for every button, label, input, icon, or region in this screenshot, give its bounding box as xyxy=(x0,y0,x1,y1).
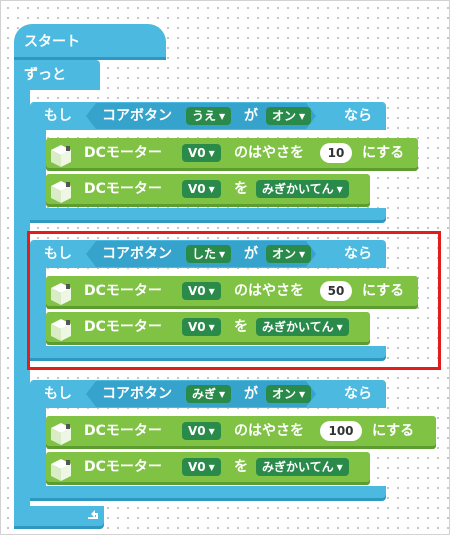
dropdown-arrow-icon: ▼ xyxy=(299,112,306,121)
direction-option: みぎかいてん xyxy=(262,182,334,196)
dropdown-arrow-icon: ▼ xyxy=(208,185,215,194)
dropdown-arrow-icon: ▼ xyxy=(208,463,215,472)
state-dropdown[interactable]: オン ▼ xyxy=(266,107,312,125)
button-option: みぎ xyxy=(192,387,217,401)
dropdown-arrow-icon: ▼ xyxy=(219,112,226,121)
motor-speed-block[interactable]: DCモーター V0 ▼ のはやさを 10 にする xyxy=(46,138,418,168)
dropdown-arrow-icon: ▼ xyxy=(219,390,226,399)
state-dropdown[interactable]: オン ▼ xyxy=(266,385,312,403)
forever-label: ずっと xyxy=(24,67,66,83)
if-bottom xyxy=(30,486,386,498)
if-label: もし xyxy=(44,108,72,124)
dropdown-arrow-icon: ▼ xyxy=(208,149,215,158)
port-option: V0 xyxy=(188,460,206,474)
port-dropdown[interactable]: V0 ▼ xyxy=(182,422,221,440)
speed-text: のはやさを xyxy=(234,423,304,439)
motor-cube-icon xyxy=(51,181,71,203)
motor-label: DCモーター xyxy=(84,459,162,475)
dropdown-arrow-icon: ▼ xyxy=(208,427,215,436)
port-dropdown[interactable]: V0 ▼ xyxy=(182,458,221,476)
if-bottom xyxy=(30,208,386,220)
start-block[interactable]: スタート xyxy=(14,24,166,60)
state-option: オン xyxy=(272,387,297,401)
ga-label: が xyxy=(244,386,258,402)
motor-label: DCモーター xyxy=(84,145,162,161)
button-dropdown[interactable]: みぎ ▼ xyxy=(186,385,232,403)
port-dropdown[interactable]: V0 ▼ xyxy=(182,144,221,162)
direction-text: を xyxy=(234,181,248,197)
if-label: もし xyxy=(44,386,72,402)
motor-direction-block[interactable]: DCモーター V0 ▼ を みぎかいてん ▼ xyxy=(46,452,370,482)
motor-direction-block[interactable]: DCモーター V0 ▼ を みぎかいてん ▼ xyxy=(46,174,370,204)
speed-suffix: にする xyxy=(362,145,405,161)
dropdown-arrow-icon: ▼ xyxy=(336,185,343,194)
button-condition[interactable]: コアボタン うえ ▼ が オン ▼ xyxy=(86,103,316,129)
dropdown-arrow-icon: ▼ xyxy=(299,390,306,399)
if-block[interactable]: もし コアボタン みぎ ▼ が オン ▼ なら xyxy=(30,380,386,408)
highlight-box xyxy=(27,231,441,370)
port-option: V0 xyxy=(188,424,206,438)
speed-suffix: にする xyxy=(372,423,415,439)
then-label: なら xyxy=(344,108,372,124)
port-dropdown[interactable]: V0 ▼ xyxy=(182,180,221,198)
direction-dropdown[interactable]: みぎかいてん ▼ xyxy=(256,180,349,198)
button-dropdown[interactable]: うえ ▼ xyxy=(186,107,232,125)
port-option: V0 xyxy=(188,182,206,196)
speed-value-input[interactable]: 100 xyxy=(320,421,362,441)
port-option: V0 xyxy=(188,146,206,160)
button-option: うえ xyxy=(192,109,217,123)
motor-label: DCモーター xyxy=(84,181,162,197)
direction-text: を xyxy=(234,459,248,475)
motor-speed-block[interactable]: DCモーター V0 ▼ のはやさを 100 にする xyxy=(46,416,436,446)
ga-label: が xyxy=(244,108,258,124)
forever-bottom xyxy=(14,506,104,526)
if-block[interactable]: もし コアボタン うえ ▼ が オン ▼ なら xyxy=(30,102,386,130)
then-label: なら xyxy=(344,386,372,402)
dropdown-arrow-icon: ▼ xyxy=(336,463,343,472)
button-label: コアボタン xyxy=(102,386,172,402)
button-label: コアボタン xyxy=(102,108,172,124)
direction-dropdown[interactable]: みぎかいてん ▼ xyxy=(256,458,349,476)
motor-cube-icon xyxy=(51,459,71,481)
loop-arrow-icon xyxy=(88,510,98,519)
if-arm xyxy=(30,408,46,486)
button-condition[interactable]: コアボタン みぎ ▼ が オン ▼ xyxy=(86,381,316,407)
forever-block[interactable]: ずっと xyxy=(14,60,100,90)
motor-label: DCモーター xyxy=(84,423,162,439)
motor-cube-icon xyxy=(51,423,71,445)
start-label: スタート xyxy=(24,34,80,50)
speed-value-input[interactable]: 10 xyxy=(320,143,352,163)
if-arm xyxy=(30,130,46,208)
state-option: オン xyxy=(272,109,297,123)
speed-text: のはやさを xyxy=(234,145,304,161)
motor-cube-icon xyxy=(51,145,71,167)
direction-option: みぎかいてん xyxy=(262,460,334,474)
